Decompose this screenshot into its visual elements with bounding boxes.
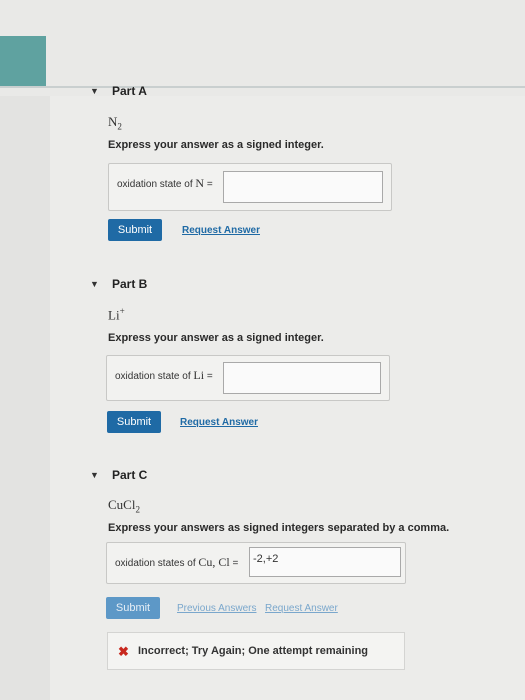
left-sidebar (0, 96, 50, 700)
part-a-answer-panel: oxidation state of N = (108, 163, 392, 211)
part-c-answer-label: oxidation states of Cu, Cl = (115, 555, 239, 569)
sidebar-accent-block (0, 36, 46, 88)
part-b-formula: Li+ (108, 306, 125, 323)
x-mark-icon: ✖ (118, 644, 129, 659)
part-b-request-answer-link[interactable]: Request Answer (180, 417, 258, 428)
part-a-request-answer-link[interactable]: Request Answer (182, 225, 260, 236)
part-b-answer-label: oxidation state of Li = (115, 368, 213, 382)
part-a-submit-button[interactable]: Submit (108, 219, 162, 241)
top-header-band (0, 0, 525, 96)
part-b-answer-panel: oxidation state of Li = (106, 355, 390, 401)
part-c-instruction: Express your answers as signed integers … (108, 522, 450, 534)
triangle-down-icon[interactable]: ▼ (90, 470, 99, 480)
header-divider (0, 86, 525, 88)
part-b-title[interactable]: Part B (112, 277, 147, 291)
feedback-message: Incorrect; Try Again; One attempt remain… (138, 645, 369, 657)
part-c-request-answer-link[interactable]: Request Answer (265, 603, 338, 614)
part-a-formula: N2 (108, 114, 122, 132)
part-c-formula: CuCl2 (108, 497, 141, 515)
part-c-answer-panel: oxidation states of Cu, Cl = -2,+2 (106, 542, 406, 584)
part-a-title[interactable]: Part A (112, 84, 147, 98)
part-a-instruction: Express your answer as a signed integer. (108, 139, 324, 151)
triangle-down-icon[interactable]: ▼ (90, 279, 99, 289)
part-c-answer-input[interactable]: -2,+2 (249, 547, 401, 577)
part-c-previous-answers-link[interactable]: Previous Answers (177, 603, 256, 614)
feedback-banner: ✖ Incorrect; Try Again; One attempt rema… (107, 632, 405, 670)
triangle-down-icon[interactable]: ▼ (90, 86, 99, 96)
part-a-answer-label: oxidation state of N = (117, 176, 213, 190)
part-c-submit-button[interactable]: Submit (106, 597, 160, 619)
part-b-submit-button[interactable]: Submit (107, 411, 161, 433)
part-c-title[interactable]: Part C (112, 468, 147, 482)
part-a-answer-input[interactable] (223, 171, 383, 203)
part-b-answer-input[interactable] (223, 362, 381, 394)
part-b-instruction: Express your answer as a signed integer. (108, 332, 324, 344)
